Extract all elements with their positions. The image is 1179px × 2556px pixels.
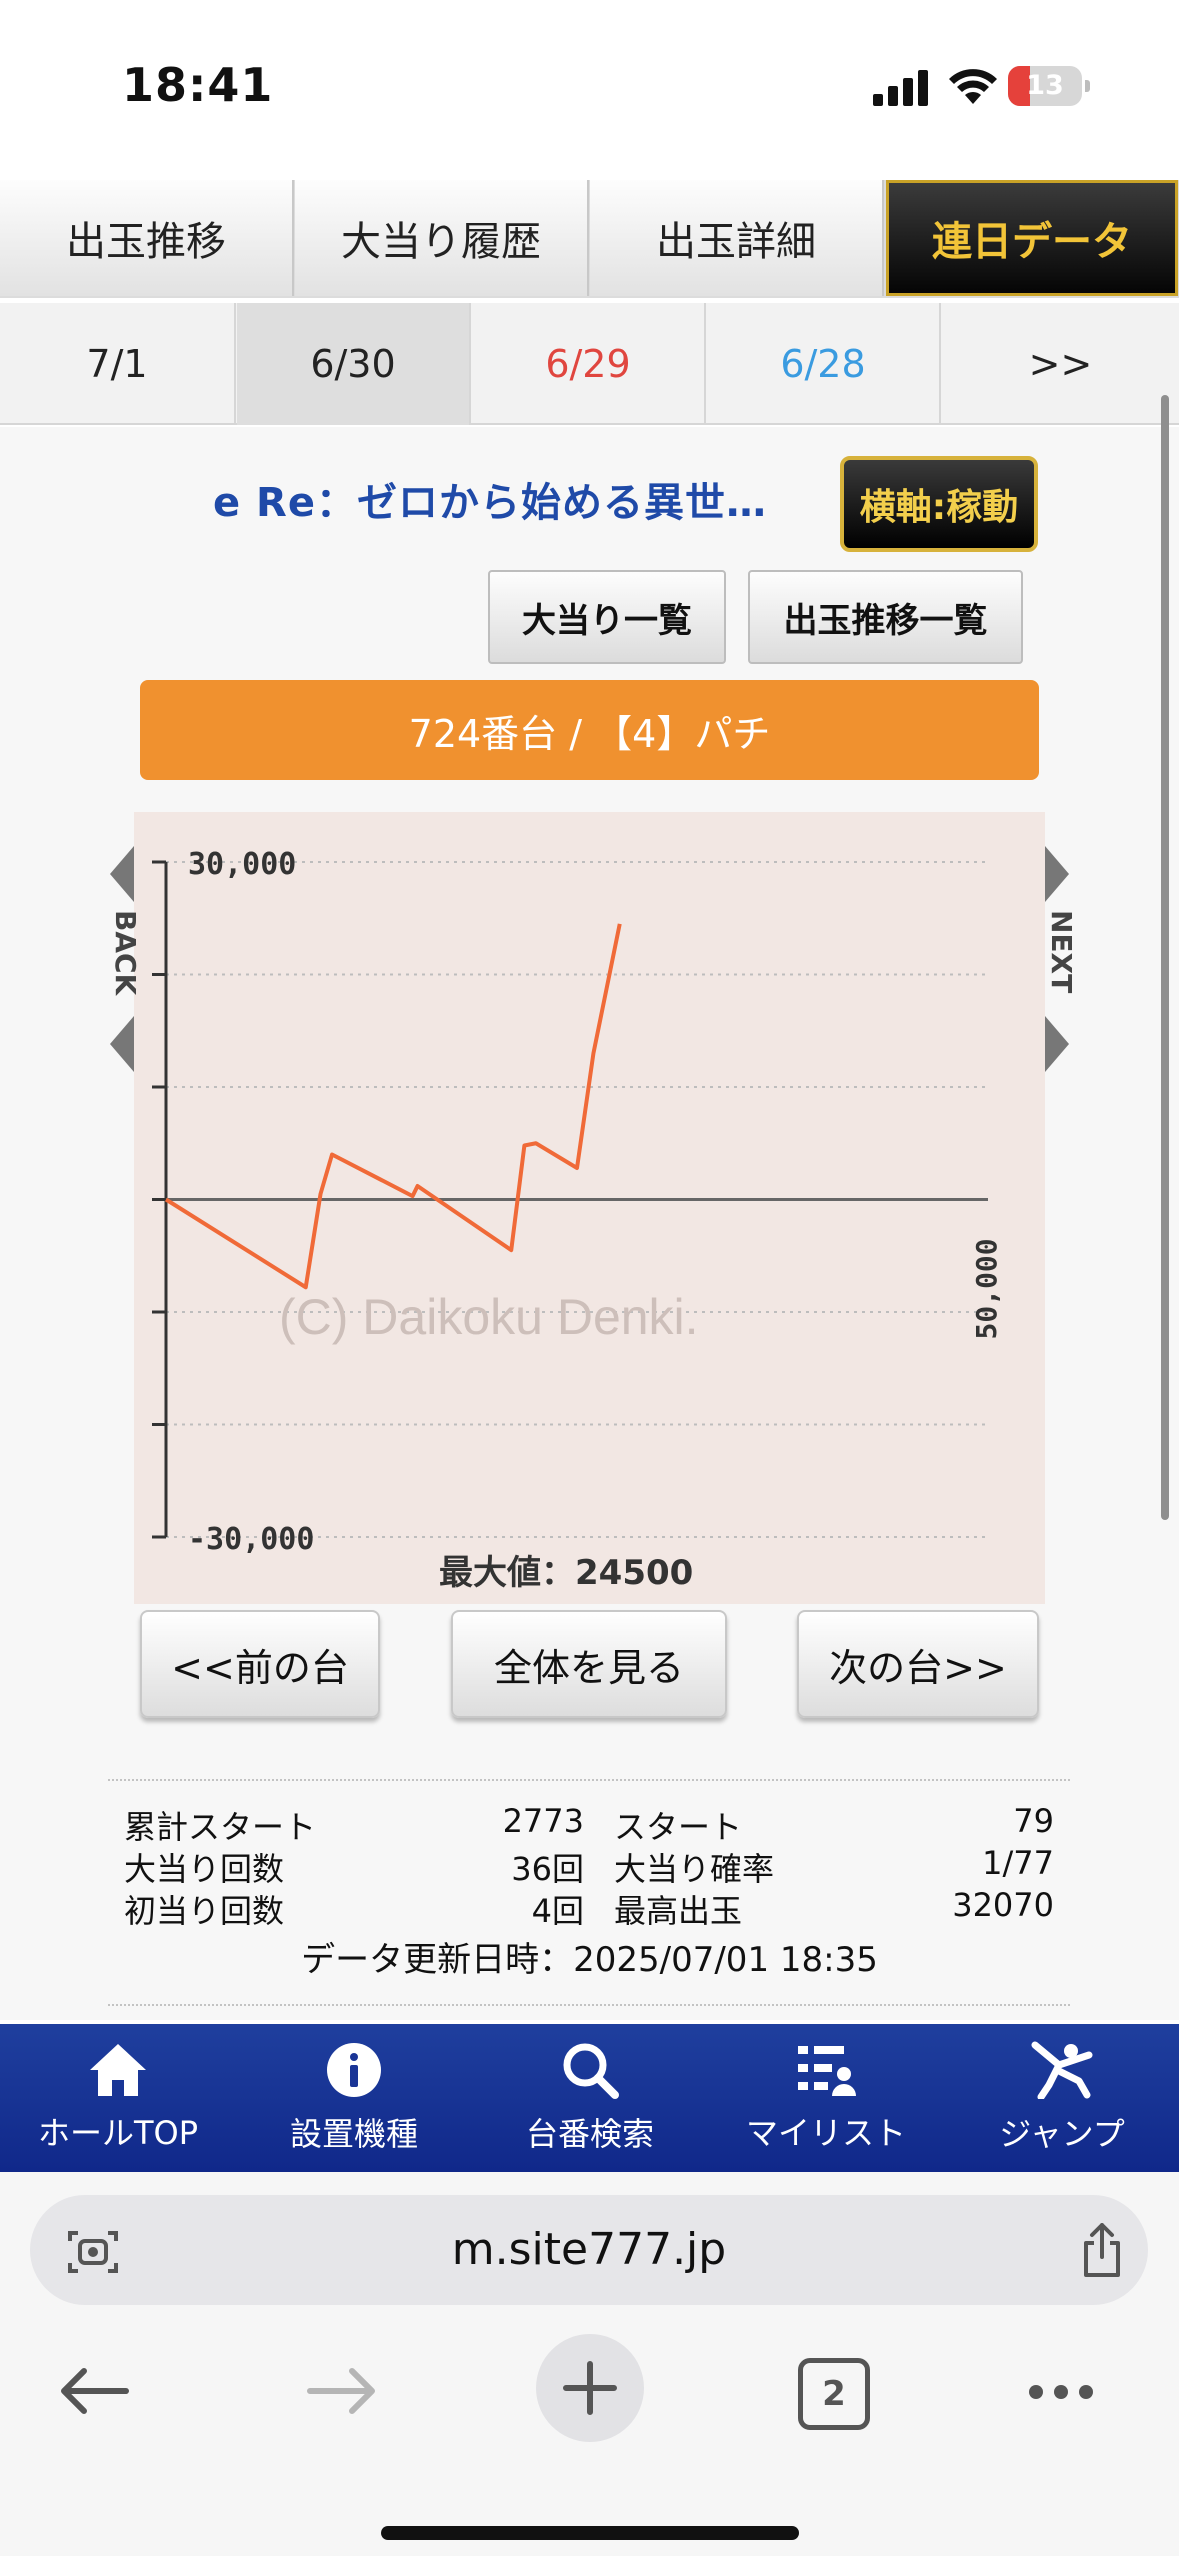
browser-toolbar: m.site777.jp 2: [0, 2172, 1179, 2556]
unit-info-bar: 724番台 / 【4】パチ: [140, 680, 1039, 780]
new-tab-button[interactable]: [536, 2334, 644, 2442]
home-indicator: [381, 2526, 799, 2540]
tab-daily-data[interactable]: 連日データ: [886, 180, 1178, 296]
data-updated-time: データ更新日時：2025/07/01 18:35: [301, 1940, 878, 1980]
stat-value-jackpot-prob: 1/77: [982, 1844, 1054, 1882]
y-tick-label: 30,000: [188, 847, 296, 882]
stat-value-first-hit: 4回: [531, 1892, 584, 1930]
date-tab-6-30[interactable]: 6/30: [237, 303, 471, 425]
nav-label: 設置機種: [289, 2115, 418, 2153]
back-label[interactable]: BACK: [102, 910, 142, 995]
nav-jump[interactable]: ジャンプ: [944, 2024, 1179, 2172]
status-time: 18:41: [122, 58, 274, 112]
chart-svg: 30,000 -30,000 50,000 (C) Daikoku Denki. 最大値…: [152, 847, 1003, 1593]
stat-label-first-hit: 初当り回数: [124, 1892, 285, 1930]
status-bar: 18:41 13: [0, 0, 1179, 180]
nav-label: マイリスト: [745, 2114, 906, 2152]
machine-name[interactable]: e Re：ゼロから始める異世…: [213, 470, 767, 528]
divider: [108, 1779, 1070, 1781]
x-end-label: 50,000: [970, 1238, 1003, 1339]
home-icon: [90, 2044, 146, 2096]
stat-label-jackpot-prob: 大当り確率: [614, 1850, 775, 1888]
tab-payout-detail[interactable]: 出玉詳細: [590, 180, 884, 296]
nav-hall-top[interactable]: ホールTOP: [0, 2024, 236, 2172]
more-icon[interactable]: [1026, 2382, 1096, 2402]
date-tab-6-28[interactable]: 6/28: [707, 303, 941, 425]
stat-value-jackpot-count: 36回: [511, 1850, 584, 1888]
divider: [108, 2004, 1070, 2006]
forward-nav-icon[interactable]: [306, 2366, 378, 2416]
chart-watermark: (C) Daikoku Denki.: [279, 1289, 699, 1345]
jackpot-list-button[interactable]: 大当り一覧: [488, 570, 726, 664]
stat-label-jackpot-count: 大当り回数: [124, 1850, 285, 1888]
battery-level: 13: [1026, 70, 1064, 101]
scrollbar[interactable]: [1161, 395, 1169, 1520]
info-icon: [327, 2043, 381, 2097]
stat-value-start: 79: [1013, 1802, 1054, 1840]
url-text[interactable]: m.site777.jp: [30, 2195, 1148, 2305]
stat-label-start: スタート: [614, 1808, 743, 1846]
back-arrow-icon[interactable]: [110, 1016, 134, 1072]
url-bar[interactable]: m.site777.jp: [30, 2195, 1148, 2305]
stat-label-total-start: 累計スタート: [124, 1808, 317, 1846]
next-arrow-icon[interactable]: [1045, 1016, 1069, 1072]
stat-label-max-payout: 最高出玉: [614, 1892, 743, 1930]
next-label[interactable]: NEXT: [1038, 910, 1078, 993]
payout-list-button[interactable]: 出玉推移一覧: [748, 570, 1023, 664]
tab-jackpot-history[interactable]: 大当り履歴: [295, 180, 589, 296]
next-machine-button[interactable]: 次の台>>: [797, 1610, 1039, 1718]
date-tab-7-1[interactable]: 7/1: [0, 303, 236, 425]
search-icon: [563, 2043, 619, 2099]
date-tab-bar: 7/1 6/30 6/29 6/28 >>: [0, 303, 1179, 425]
jump-icon: [1031, 2041, 1093, 2099]
date-tab-next[interactable]: >>: [942, 303, 1179, 425]
nav-label: 台番検索: [525, 2115, 654, 2153]
stat-value-max-payout: 32070: [952, 1886, 1054, 1924]
app-bottom-nav: ホールTOP 設置機種 台番検索 マイリスト ジャンプ: [0, 2024, 1179, 2172]
nav-installed-machines[interactable]: 設置機種: [236, 2024, 472, 2172]
plus-icon: [563, 2361, 617, 2415]
list-icon: [798, 2046, 856, 2096]
nav-my-list[interactable]: マイリスト: [708, 2024, 944, 2172]
prev-machine-button[interactable]: <<前の台: [140, 1610, 380, 1718]
top-tab-bar: 出玉推移 大当り履歴 出玉詳細 連日データ: [0, 180, 1179, 298]
back-arrow-up-icon[interactable]: [110, 846, 134, 902]
tab-count-button[interactable]: 2: [798, 2358, 870, 2430]
share-icon[interactable]: [1082, 2223, 1122, 2277]
y-tick-label: -30,000: [188, 1522, 314, 1557]
date-tab-6-29[interactable]: 6/29: [472, 303, 706, 425]
wifi-icon: [949, 69, 997, 104]
payout-chart: 30,000 -30,000 50,000 (C) Daikoku Denki. 最大値…: [134, 812, 1045, 1604]
next-arrow-up-icon[interactable]: [1045, 846, 1069, 902]
max-value-label: 最大値：24500: [439, 1553, 693, 1593]
battery-icon: 13: [1008, 66, 1090, 106]
nav-label: ホールTOP: [37, 2114, 199, 2152]
nav-label: ジャンプ: [999, 2115, 1125, 2153]
view-all-button[interactable]: 全体を見る: [451, 1610, 727, 1718]
cellular-signal-icon: [873, 70, 928, 106]
axis-toggle-button[interactable]: 横軸:稼動: [840, 456, 1038, 552]
back-nav-icon[interactable]: [58, 2366, 130, 2416]
stat-value-total-start: 2773: [502, 1802, 584, 1840]
nav-unit-search[interactable]: 台番検索: [472, 2024, 708, 2172]
series-line: [164, 923, 622, 1290]
tab-payout-trend[interactable]: 出玉推移: [0, 180, 294, 296]
